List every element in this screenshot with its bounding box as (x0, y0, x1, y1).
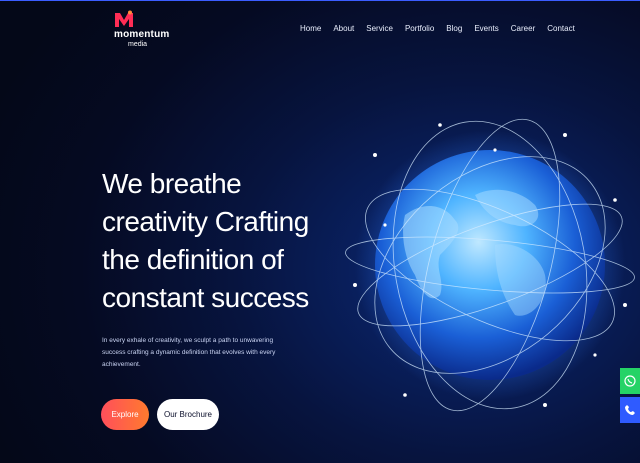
nav-career[interactable]: Career (511, 22, 535, 36)
hero-heading-line-4: constant success (102, 282, 309, 313)
main-navigation: Home About Service Portfolio Blog Events… (300, 22, 587, 36)
brochure-button[interactable]: Our Brochure (157, 399, 219, 430)
whatsapp-button[interactable] (620, 368, 640, 394)
nav-contact[interactable]: Contact (547, 22, 575, 36)
globe-network-icon (345, 118, 635, 412)
nav-portfolio[interactable]: Portfolio (405, 22, 434, 36)
hero-heading-line-1: We breathe (102, 168, 242, 199)
hero-section: We breathe creativity Crafting the defin… (102, 165, 342, 371)
nav-about[interactable]: About (333, 22, 354, 36)
hero-heading-line-2: creativity Crafting (102, 206, 309, 237)
hero-heading-line-3: the definition of (102, 244, 284, 275)
logo-wordmark: momentum (114, 29, 170, 40)
nav-service[interactable]: Service (366, 22, 393, 36)
phone-button[interactable] (620, 397, 640, 423)
phone-icon (625, 405, 635, 415)
nav-home[interactable]: Home (300, 22, 321, 36)
logo-subtitle: media (128, 41, 148, 48)
whatsapp-icon (624, 375, 636, 387)
logo[interactable]: momentum media (114, 10, 169, 48)
top-accent-line (0, 0, 640, 1)
logo-mark-icon (115, 10, 133, 27)
explore-button[interactable]: Explore (101, 399, 149, 430)
globe-illustration (345, 105, 635, 435)
hero-heading: We breathe creativity Crafting the defin… (102, 165, 342, 317)
nav-blog[interactable]: Blog (446, 22, 462, 36)
nav-events[interactable]: Events (474, 22, 498, 36)
hero-description: In every exhale of creativity, we sculpt… (102, 337, 276, 368)
